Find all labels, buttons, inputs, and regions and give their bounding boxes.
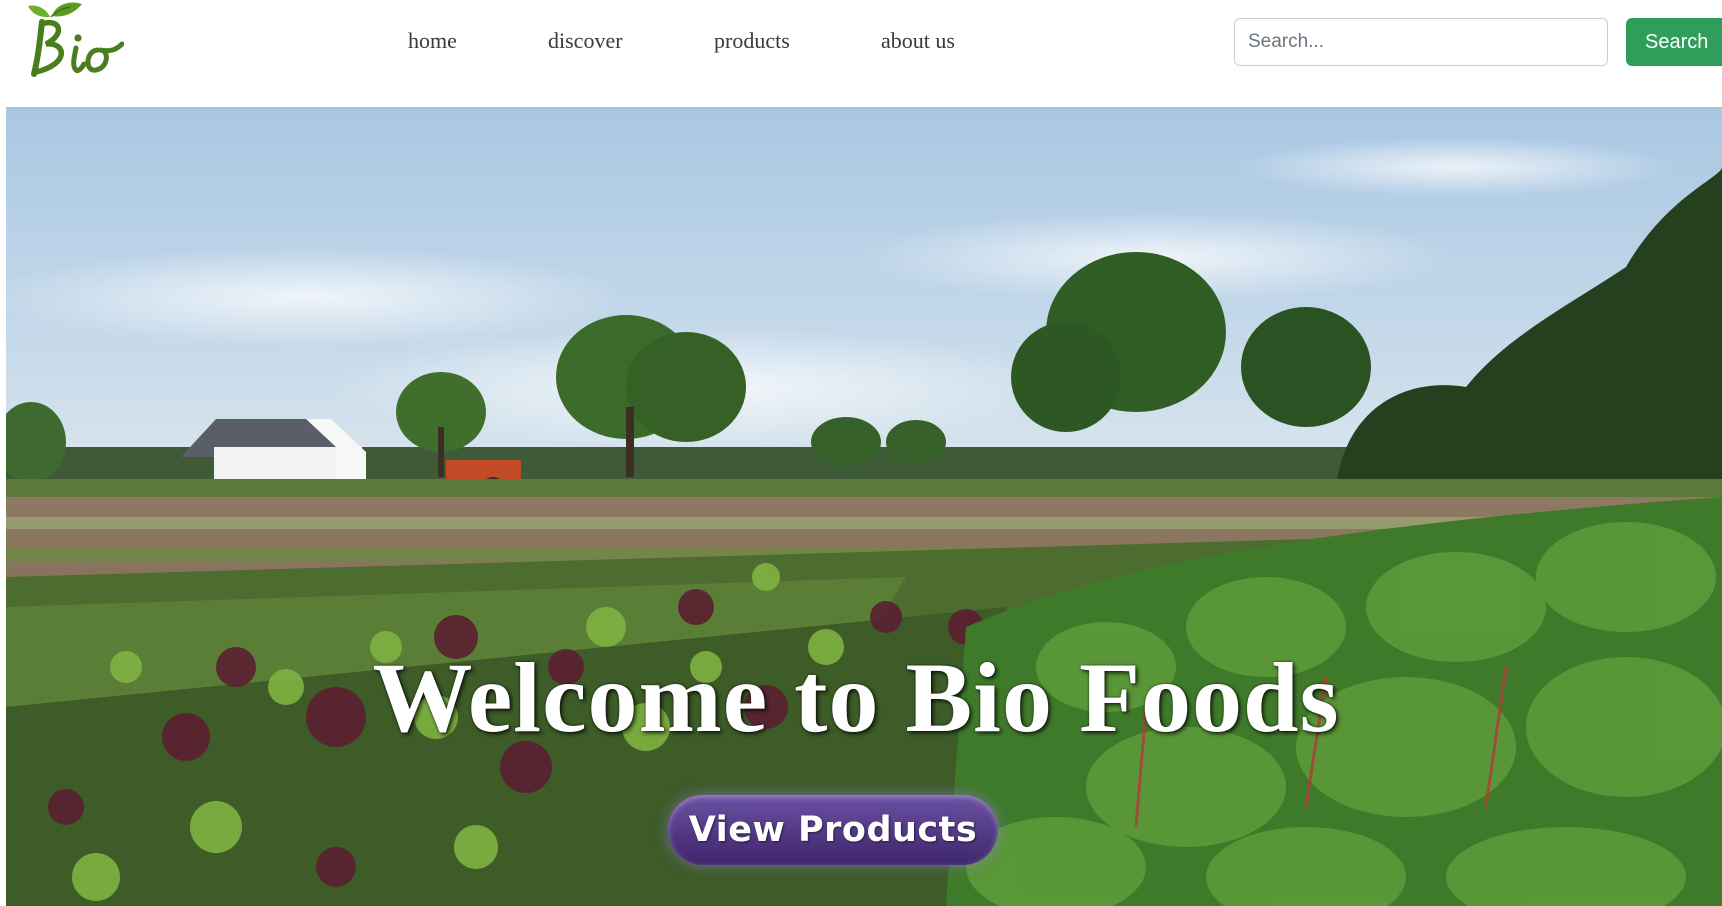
nav-about-us-link[interactable]: about us [881,28,955,54]
hero-title: Welcome to Bio Foods [6,643,1722,753]
farm-field-background-image [6,107,1722,906]
navbar: home discover products about us Search [0,0,1722,107]
view-products-button[interactable]: View Products [668,795,998,865]
hero-title-text: Welcome to Bio Foods [372,642,1340,753]
hero-banner: Welcome to Bio Foods View Products [6,107,1722,906]
nav-discover-link[interactable]: discover [548,28,623,54]
nav-home-link[interactable]: home [408,28,457,54]
search-input[interactable] [1234,18,1608,66]
search-button[interactable]: Search [1626,18,1722,66]
nav-products-link[interactable]: products [714,28,790,54]
bio-logo[interactable] [20,0,124,84]
bio-logo-icon [28,2,124,77]
